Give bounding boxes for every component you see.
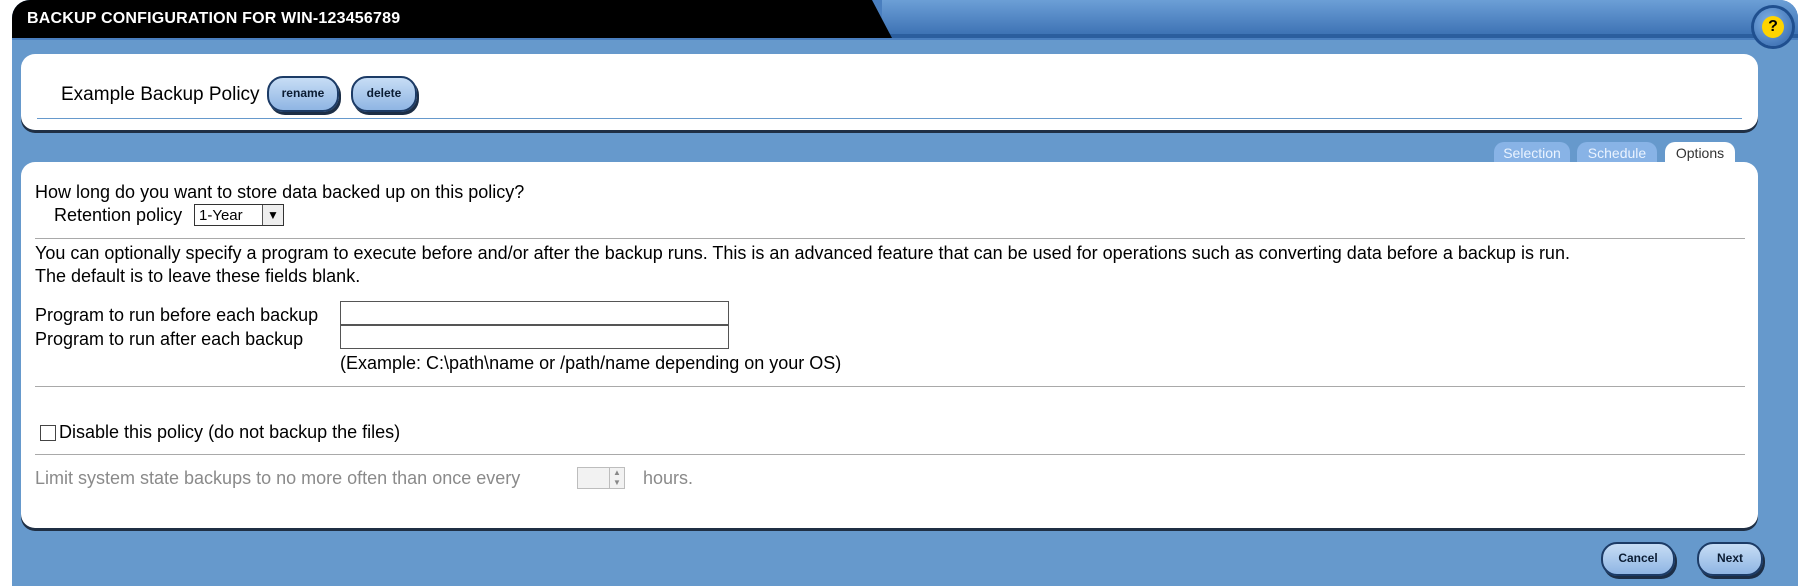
- after-label: Program to run after each backup: [35, 329, 304, 349]
- cancel-button[interactable]: Cancel: [1601, 542, 1675, 576]
- retention-select[interactable]: 1-Year ▼: [194, 204, 284, 226]
- help-icon[interactable]: ?: [1754, 8, 1792, 46]
- title-bar: BACKUP CONFIGURATION FOR WIN-123456789 ?: [12, 0, 1798, 46]
- before-label: Program to run before each backup: [35, 305, 319, 325]
- divider: [35, 386, 1745, 387]
- delete-button[interactable]: delete: [351, 76, 417, 112]
- title-bar-decoration: [882, 0, 1798, 38]
- after-program-input[interactable]: [340, 325, 729, 349]
- limit-suffix: hours.: [643, 468, 694, 488]
- before-program-input[interactable]: [340, 301, 729, 325]
- policy-name: Example Backup Policy: [61, 84, 260, 105]
- stepper-arrows-icon[interactable]: ▲ ▼: [609, 468, 624, 488]
- window-frame: BACKUP CONFIGURATION FOR WIN-123456789 ?…: [12, 0, 1798, 586]
- options-panel: How long do you want to store data backe…: [21, 162, 1758, 528]
- policy-header-panel: Example Backup Policy rename delete: [21, 54, 1758, 130]
- retention-select-value: 1-Year: [199, 207, 243, 224]
- rename-button[interactable]: rename: [267, 76, 339, 112]
- tab-options[interactable]: Options: [1665, 142, 1735, 164]
- limit-hours-stepper[interactable]: ▲ ▼: [577, 467, 625, 489]
- program-intro-line1: You can optionally specify a program to …: [35, 243, 1570, 263]
- retention-label: Retention policy: [54, 205, 183, 225]
- next-button[interactable]: Next: [1697, 542, 1763, 576]
- example-text: (Example: C:\path\name or /path/name dep…: [340, 353, 842, 373]
- chevron-down-icon: ▼: [262, 205, 283, 225]
- tab-schedule[interactable]: Schedule: [1577, 142, 1657, 164]
- help-icon-glyph: ?: [1762, 16, 1784, 38]
- disable-policy-checkbox[interactable]: [40, 425, 56, 441]
- divider: [35, 454, 1745, 455]
- limit-label: Limit system state backups to no more of…: [35, 468, 521, 488]
- divider: [35, 238, 1745, 239]
- disable-policy-label: Disable this policy (do not backup the f…: [59, 422, 401, 442]
- divider: [37, 118, 1742, 119]
- program-intro-line2: The default is to leave these fields bla…: [35, 266, 361, 286]
- tab-selection[interactable]: Selection: [1494, 142, 1570, 164]
- retention-question: How long do you want to store data backe…: [35, 182, 525, 202]
- window-title: BACKUP CONFIGURATION FOR WIN-123456789: [27, 10, 401, 27]
